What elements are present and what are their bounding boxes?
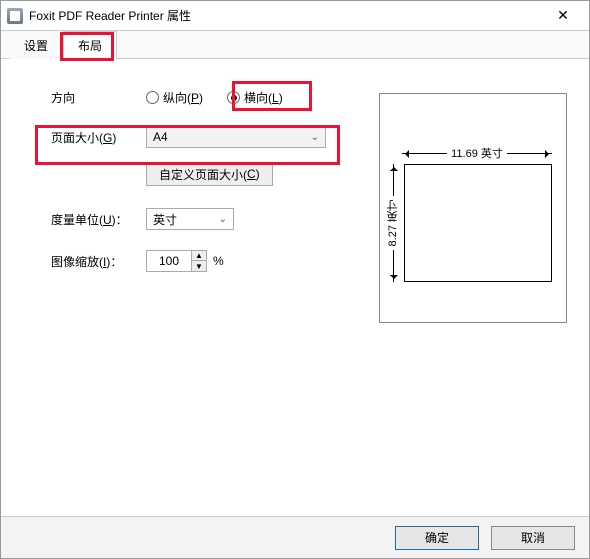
preview-page-rect <box>404 164 552 282</box>
dialog-footer: 确定 取消 <box>1 516 589 558</box>
orientation-portrait-radio[interactable]: 纵向(P) <box>146 89 203 106</box>
preview-height-dimension: 8.27 英寸 <box>386 164 400 282</box>
unit-value: 英寸 <box>153 211 177 228</box>
scale-label: 图像缩放(I)： <box>51 253 146 270</box>
orientation-landscape-radio[interactable]: 横向(L) <box>227 89 283 106</box>
app-icon <box>7 8 23 24</box>
radio-icon <box>227 91 240 104</box>
tab-settings[interactable]: 设置 <box>9 31 63 59</box>
scale-spinner[interactable]: ▲ ▼ <box>146 250 207 272</box>
orientation-label: 方向 <box>51 89 146 106</box>
unit-select[interactable]: 英寸 ⌄ <box>146 208 234 230</box>
preview-width-dimension: 11.69 英寸 <box>402 146 552 160</box>
window-title: Foxit PDF Reader Printer 属性 <box>29 7 543 24</box>
percent-label: % <box>213 254 224 268</box>
orientation-row: 方向 纵向(P) 横向(L) <box>51 89 369 106</box>
cancel-button[interactable]: 取消 <box>491 526 575 550</box>
scale-row: 图像缩放(I)： ▲ ▼ % <box>51 250 369 272</box>
chevron-down-icon: ⌄ <box>219 214 227 225</box>
page-size-select[interactable]: A4 ⌄ <box>146 126 326 148</box>
spinner-up-icon[interactable]: ▲ <box>192 251 206 261</box>
page-size-row: 页面大小(G) A4 ⌄ <box>51 126 369 148</box>
page-size-label: 页面大小(G) <box>51 129 146 146</box>
ok-button[interactable]: 确定 <box>395 526 479 550</box>
scale-input[interactable] <box>146 250 192 272</box>
title-bar: Foxit PDF Reader Printer 属性 ✕ <box>1 1 589 31</box>
custom-page-size-button[interactable]: 自定义页面大小(C) <box>146 162 273 186</box>
page-size-value: A4 <box>153 130 168 144</box>
tab-bar: 设置 布局 <box>1 31 589 59</box>
chevron-down-icon: ⌄ <box>311 132 319 143</box>
radio-icon <box>146 91 159 104</box>
close-button[interactable]: ✕ <box>543 1 583 31</box>
spinner-down-icon[interactable]: ▼ <box>192 261 206 271</box>
unit-label: 度量单位(U)： <box>51 211 146 228</box>
unit-row: 度量单位(U)： 英寸 ⌄ <box>51 208 369 230</box>
tab-layout[interactable]: 布局 <box>63 31 117 59</box>
page-preview: 11.69 英寸 8.27 英寸 <box>379 93 567 323</box>
